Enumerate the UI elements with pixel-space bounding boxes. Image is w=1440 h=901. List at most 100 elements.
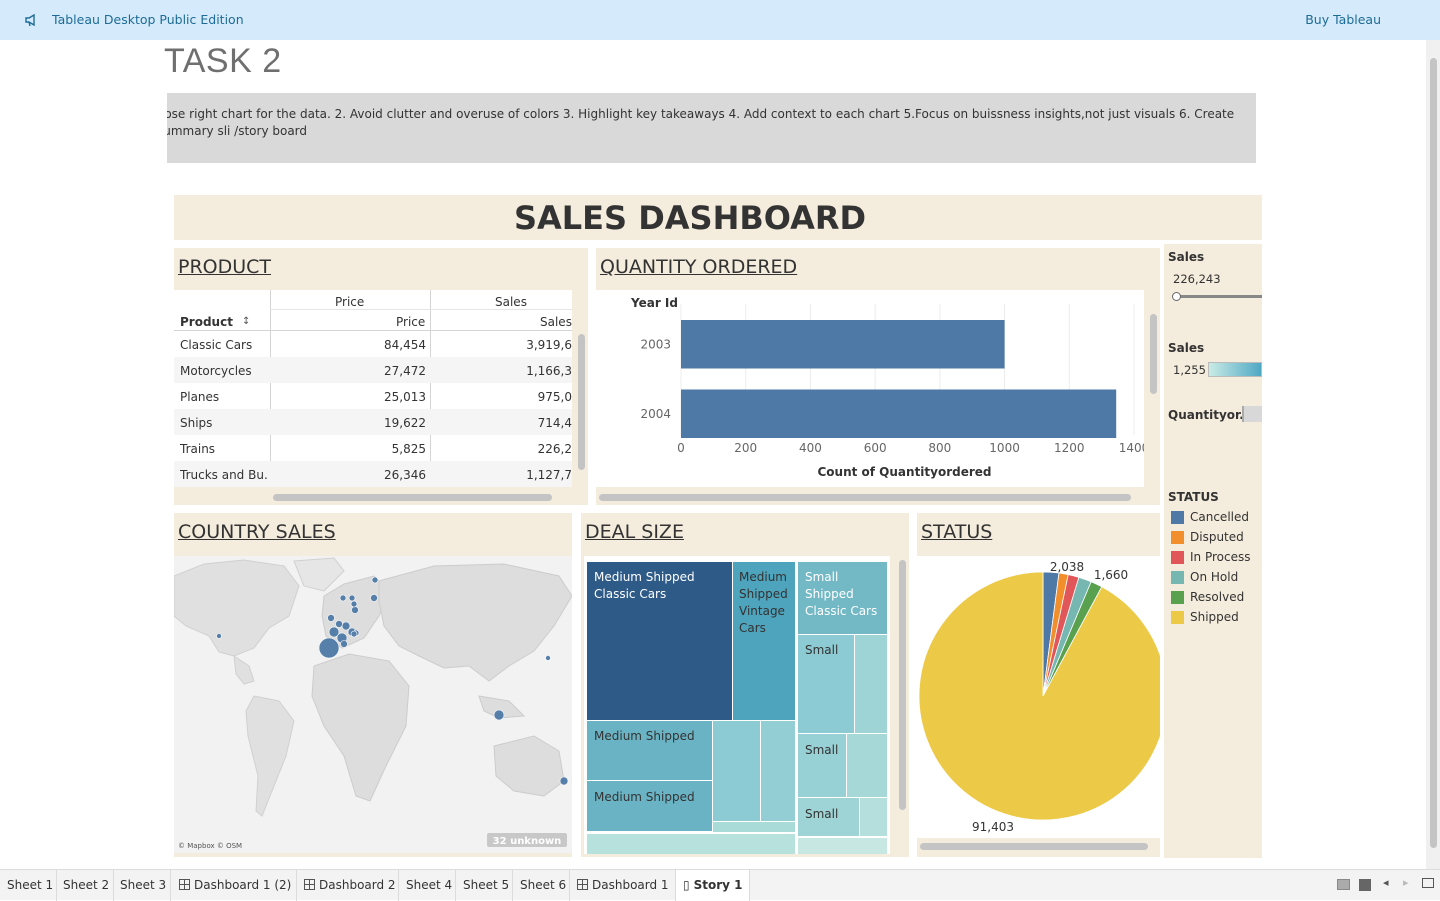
treemap-label: Small — [805, 643, 839, 657]
bar[interactable] — [681, 320, 1005, 369]
x-tick-label: 0 — [677, 441, 685, 455]
tab-sheet-1[interactable]: Sheet 1 — [0, 870, 57, 901]
product-hscroll[interactable] — [273, 494, 552, 501]
dashboard-icon — [179, 879, 190, 890]
product-vscroll[interactable] — [578, 334, 585, 470]
treemap-label: Medium Shipped Vintage Cars — [739, 570, 788, 635]
dashboard-icon — [304, 879, 315, 890]
cell-sales: 226,2 — [537, 442, 572, 456]
tab-label: Dashboard 1 — [592, 878, 669, 892]
treemap-label: Small — [805, 743, 839, 757]
quantity-title: QUANTITY ORDERED — [600, 256, 798, 278]
sales-slider-label: Sales — [1168, 250, 1205, 264]
treemap-label: Medium Shipped — [594, 790, 695, 804]
x-tick-label: 800 — [928, 441, 951, 455]
sort-icon[interactable]: ↕ — [242, 316, 250, 327]
pie-hscroll[interactable] — [920, 843, 1148, 850]
table-row[interactable]: Motorcycles 27,472 1,166,3 — [174, 357, 572, 383]
tab-sheet-6[interactable]: Sheet 6 — [513, 870, 570, 901]
table-row[interactable]: Trucks and Bu.. 26,346 1,127,7 — [174, 461, 572, 487]
treemap-cell[interactable] — [713, 721, 760, 821]
tab-story-1[interactable]: ▯ Story 1 — [676, 870, 750, 901]
treemap-cell[interactable] — [855, 635, 887, 733]
x-tick-label: 1400 — [1119, 441, 1144, 455]
table-row[interactable]: Trains 5,825 226,2 — [174, 435, 572, 461]
cell-sales: 1,166,3 — [526, 364, 572, 378]
treemap-cell[interactable] — [847, 734, 887, 797]
x-tick-label: 200 — [734, 441, 757, 455]
tab-dashboard-2[interactable]: Dashboard 2 — [297, 870, 399, 901]
col-header-product[interactable]: Product — [180, 315, 233, 329]
quantity-filter-label: Quantityor.. — [1168, 408, 1249, 422]
show-filmstrip-icon[interactable] — [1337, 879, 1350, 890]
x-tick-label: 1000 — [989, 441, 1020, 455]
tab-sheet-3[interactable]: Sheet 3 — [114, 870, 171, 901]
table-row[interactable]: Planes 25,013 975,0 — [174, 383, 572, 409]
quantity-bar-chart[interactable]: 0 200 400 600 800 1000 1200 1400 2003 2004 Count o… — [596, 290, 1144, 487]
buy-tableau-link[interactable]: Buy Tableau — [1305, 12, 1381, 27]
treemap-cell[interactable] — [860, 798, 887, 836]
cell-price: 19,622 — [384, 416, 426, 430]
slider-handle[interactable] — [1172, 292, 1181, 301]
pie-slice-shipped[interactable] — [918, 571, 1160, 821]
cell-sales: 975,0 — [537, 390, 572, 404]
legend-label: On Hold — [1190, 570, 1239, 584]
quantity-vscroll[interactable] — [1150, 314, 1157, 394]
col-header-top-sales: Sales — [495, 295, 527, 309]
treemap-cell[interactable] — [587, 834, 795, 854]
sales-color-label: Sales — [1168, 341, 1205, 355]
treemap-label: Small Shipped Classic Cars — [805, 570, 878, 618]
cell-product: Planes — [180, 390, 220, 404]
page-vscroll-thumb[interactable] — [1430, 58, 1437, 848]
prev-tab-icon[interactable]: ◂ — [1383, 876, 1389, 889]
treemap-cell[interactable] — [713, 822, 795, 832]
map-attribution[interactable]: © Mapbox © OSM — [178, 842, 242, 850]
sales-color-value: 1,255 — [1173, 363, 1206, 377]
x-axis-label: Count of Quantityordered — [817, 465, 991, 479]
cell-price: 84,454 — [384, 338, 426, 352]
table-row[interactable]: Classic Cars 84,454 3,919,6 — [174, 331, 572, 357]
tab-dashboard-1-2[interactable]: Dashboard 1 (2) — [171, 870, 297, 901]
treemap-label: Medium Shipped — [594, 729, 695, 743]
treemap-cell[interactable] — [761, 721, 795, 821]
dashboard-title: SALES DASHBOARD — [513, 199, 867, 237]
unknown-badge[interactable]: 32 unknown — [493, 836, 562, 847]
tab-sheet-4[interactable]: Sheet 4 — [399, 870, 456, 901]
product-table[interactable]: Price Sales Product ↕ Price Sales Classi… — [174, 290, 572, 487]
presentation-icon[interactable] — [1422, 878, 1434, 888]
story-icon: ▯ — [683, 878, 690, 892]
cell-price: 25,013 — [384, 390, 426, 404]
tab-dashboard-1[interactable]: Dashboard 1 — [570, 870, 676, 901]
quantity-filter-swatch[interactable] — [1242, 406, 1262, 422]
top-banner: Tableau Desktop Public Edition Buy Table… — [0, 0, 1440, 40]
cell-product: Motorcycles — [180, 364, 252, 378]
legend-swatch — [1171, 531, 1184, 544]
page-vscroll[interactable] — [1426, 40, 1440, 869]
quantity-hscroll[interactable] — [599, 494, 1131, 501]
cell-sales: 1,127,7 — [526, 468, 572, 482]
col-header-sales: Sales — [540, 315, 572, 329]
legend-label: Disputed — [1190, 530, 1244, 544]
bar[interactable] — [681, 389, 1117, 439]
cell-price: 26,346 — [384, 468, 426, 482]
tab-sheet-5[interactable]: Sheet 5 — [456, 870, 513, 901]
treemap-vscroll[interactable] — [899, 560, 906, 810]
x-tick-label: 400 — [799, 441, 822, 455]
show-tabs-icon[interactable] — [1359, 879, 1371, 891]
sales-slider-value: 226,243 — [1173, 272, 1221, 286]
caption-text: oose right chart for the data. 2. Avoid … — [167, 107, 1235, 138]
next-tab-icon[interactable]: ▸ — [1403, 876, 1409, 889]
table-row[interactable]: Ships 19,622 714,4 — [174, 409, 572, 435]
pie-data-label: 1,660 — [1094, 568, 1128, 582]
treemap-cell[interactable] — [798, 838, 887, 854]
deal-size-treemap[interactable]: Medium Shipped Classic Cars Medium Shipp… — [587, 562, 887, 854]
status-pie-chart[interactable]: 2,038 1,660 91,403 — [917, 556, 1160, 838]
col-header-top-price: Price — [335, 295, 365, 309]
app-title: Tableau Desktop Public Edition — [52, 12, 244, 27]
tab-sheet-2[interactable]: Sheet 2 — [57, 870, 114, 901]
sales-slider[interactable] — [1174, 295, 1262, 298]
world-map[interactable]: © Mapbox © OSM 32 unknown — [174, 556, 572, 853]
story-caption[interactable]: oose right chart for the data. 2. Avoid … — [167, 93, 1256, 163]
cell-sales: 3,919,6 — [526, 338, 572, 352]
cell-product: Ships — [180, 416, 213, 430]
